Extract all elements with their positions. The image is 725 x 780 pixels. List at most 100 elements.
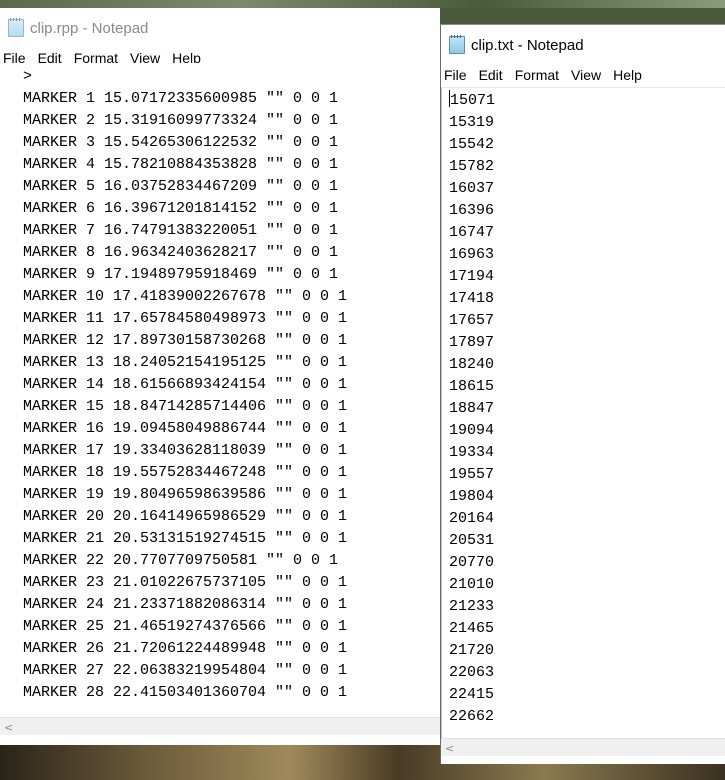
text-line: MARKER 18 19.55752834467248 "" 0 0 1 <box>23 462 440 484</box>
line-text: 18240 <box>449 356 495 373</box>
text-line: MARKER 1 15.07172335600985 "" 0 0 1 <box>23 88 440 110</box>
text-line: 16037 <box>449 178 725 200</box>
text-line: 19557 <box>449 464 725 486</box>
text-line: MARKER 17 19.33403628118039 "" 0 0 1 <box>23 440 440 462</box>
line-text: 21720 <box>449 642 495 659</box>
text-line: MARKER 23 21.01022675737105 "" 0 0 1 <box>23 572 440 594</box>
line-text: 19334 <box>449 444 495 461</box>
text-line: 20770 <box>449 552 725 574</box>
text-line: MARKER 15 18.84714285714406 "" 0 0 1 <box>23 396 440 418</box>
line-text: 19094 <box>449 422 495 439</box>
text-line: 17418 <box>449 288 725 310</box>
text-line: MARKER 11 17.65784580498973 "" 0 0 1 <box>23 308 440 330</box>
title-bar[interactable]: clip.rpp - Notepad <box>0 8 440 48</box>
text-line: MARKER 19 19.80496598639586 "" 0 0 1 <box>23 484 440 506</box>
chevron-left-icon[interactable]: < <box>445 742 454 755</box>
line-text: > <box>23 68 33 85</box>
line-text: 21233 <box>449 598 495 615</box>
text-line: 22063 <box>449 662 725 684</box>
text-line: 15542 <box>449 134 725 156</box>
line-text: MARKER 25 21.46519274376566 "" 0 0 1 <box>23 618 348 635</box>
text-line: 21010 <box>449 574 725 596</box>
text-editor-area[interactable]: 15071 15319 15542 15782 16037 16396 16747 16963… <box>441 88 725 740</box>
text-line: MARKER 21 20.53131519274515 "" 0 0 1 <box>23 528 440 550</box>
line-text: 17418 <box>449 290 495 307</box>
line-text: MARKER 10 17.41839002267678 "" 0 0 1 <box>23 288 348 305</box>
line-text: 19557 <box>449 466 495 483</box>
line-text: MARKER 11 17.65784580498973 "" 0 0 1 <box>23 310 348 327</box>
text-line: MARKER 16 19.09458049886744 "" 0 0 1 <box>23 418 440 440</box>
line-text: MARKER 3 15.54265306122532 "" 0 0 1 <box>23 134 339 151</box>
text-line: MARKER 8 16.96342403628217 "" 0 0 1 <box>23 242 440 264</box>
text-line: 16396 <box>449 200 725 222</box>
line-text: 16747 <box>449 224 495 241</box>
line-text: MARKER 9 17.19489795918469 "" 0 0 1 <box>23 266 339 283</box>
horizontal-scrollbar[interactable]: < <box>441 738 725 756</box>
text-line: MARKER 10 17.41839002267678 "" 0 0 1 <box>23 286 440 308</box>
text-line: 16963 <box>449 244 725 266</box>
menu-format[interactable]: Format <box>509 65 565 85</box>
menu-edit[interactable]: Edit <box>473 65 509 85</box>
line-text: MARKER 5 16.03752834467209 "" 0 0 1 <box>23 178 339 195</box>
text-line: MARKER 5 16.03752834467209 "" 0 0 1 <box>23 176 440 198</box>
text-line: 22415 <box>449 684 725 706</box>
menu-file[interactable]: File <box>441 65 473 85</box>
line-text: MARKER 23 21.01022675737105 "" 0 0 1 <box>23 574 348 591</box>
chevron-left-icon[interactable]: < <box>4 721 13 734</box>
text-line: MARKER 24 21.23371882086314 "" 0 0 1 <box>23 594 440 616</box>
line-text: MARKER 26 21.72061224489948 "" 0 0 1 <box>23 640 348 657</box>
line-text: MARKER 20 20.16414965986529 "" 0 0 1 <box>23 508 348 525</box>
menu-view[interactable]: View <box>565 65 607 85</box>
text-line: 20164 <box>449 508 725 530</box>
line-text: MARKER 18 19.55752834467248 "" 0 0 1 <box>23 464 348 481</box>
line-text: MARKER 22 20.7707709750581 "" 0 0 1 <box>23 552 339 569</box>
line-text: MARKER 27 22.06383219954804 "" 0 0 1 <box>23 662 348 679</box>
text-line: MARKER 6 16.39671201814152 "" 0 0 1 <box>23 198 440 220</box>
horizontal-scrollbar[interactable]: < <box>0 717 440 735</box>
text-line: MARKER 9 17.19489795918469 "" 0 0 1 <box>23 264 440 286</box>
text-line: 19804 <box>449 486 725 508</box>
line-text: MARKER 7 16.74791383220051 "" 0 0 1 <box>23 222 339 239</box>
text-line: > <box>23 66 440 88</box>
text-line: MARKER 7 16.74791383220051 "" 0 0 1 <box>23 220 440 242</box>
line-text: 21465 <box>449 620 495 637</box>
notepad-window-clip-txt[interactable]: clip.txt - Notepad File Edit Format View… <box>440 24 725 764</box>
text-line: MARKER 4 15.78210884353828 "" 0 0 1 <box>23 154 440 176</box>
line-text: 22415 <box>449 686 495 703</box>
line-text: 20531 <box>449 532 495 549</box>
window-title: clip.rpp - Notepad <box>30 19 149 37</box>
text-line: MARKER 27 22.06383219954804 "" 0 0 1 <box>23 660 440 682</box>
menu-bar: File Edit Format View Help <box>441 65 725 85</box>
text-line: MARKER 26 21.72061224489948 "" 0 0 1 <box>23 638 440 660</box>
text-line: MARKER 22 20.7707709750581 "" 0 0 1 <box>23 550 440 572</box>
text-editor-area[interactable]: > MARKER 1 15.07172335600985 "" 0 0 1 MARK… <box>0 63 440 719</box>
text-line: 16747 <box>449 222 725 244</box>
text-line: 19334 <box>449 442 725 464</box>
text-line: 18615 <box>449 376 725 398</box>
line-text: MARKER 19 19.80496598639586 "" 0 0 1 <box>23 486 348 503</box>
line-text: MARKER 12 17.89730158730268 "" 0 0 1 <box>23 332 348 349</box>
line-text: 17897 <box>449 334 495 351</box>
text-line: MARKER 12 17.89730158730268 "" 0 0 1 <box>23 330 440 352</box>
menu-help[interactable]: Help <box>607 65 648 85</box>
line-text: MARKER 2 15.31916099773324 "" 0 0 1 <box>23 112 339 129</box>
text-line: MARKER 20 20.16414965986529 "" 0 0 1 <box>23 506 440 528</box>
line-text: 18847 <box>449 400 495 417</box>
text-line: MARKER 28 22.41503401360704 "" 0 0 1 <box>23 682 440 704</box>
text-line: MARKER 3 15.54265306122532 "" 0 0 1 <box>23 132 440 154</box>
desktop-background-top <box>0 0 725 8</box>
notepad-icon <box>449 35 465 54</box>
line-text: 20164 <box>449 510 495 527</box>
text-line: 18847 <box>449 398 725 420</box>
text-line: MARKER 25 21.46519274376566 "" 0 0 1 <box>23 616 440 638</box>
line-text: MARKER 6 16.39671201814152 "" 0 0 1 <box>23 200 339 217</box>
text-line: 15319 <box>449 112 725 134</box>
text-line: 17897 <box>449 332 725 354</box>
line-text: 16396 <box>449 202 495 219</box>
title-bar[interactable]: clip.txt - Notepad <box>441 25 725 65</box>
line-text: MARKER 16 19.09458049886744 "" 0 0 1 <box>23 420 348 437</box>
text-line: 17657 <box>449 310 725 332</box>
line-text: 22662 <box>449 708 495 725</box>
line-text: MARKER 4 15.78210884353828 "" 0 0 1 <box>23 156 339 173</box>
line-text: MARKER 8 16.96342403628217 "" 0 0 1 <box>23 244 339 261</box>
